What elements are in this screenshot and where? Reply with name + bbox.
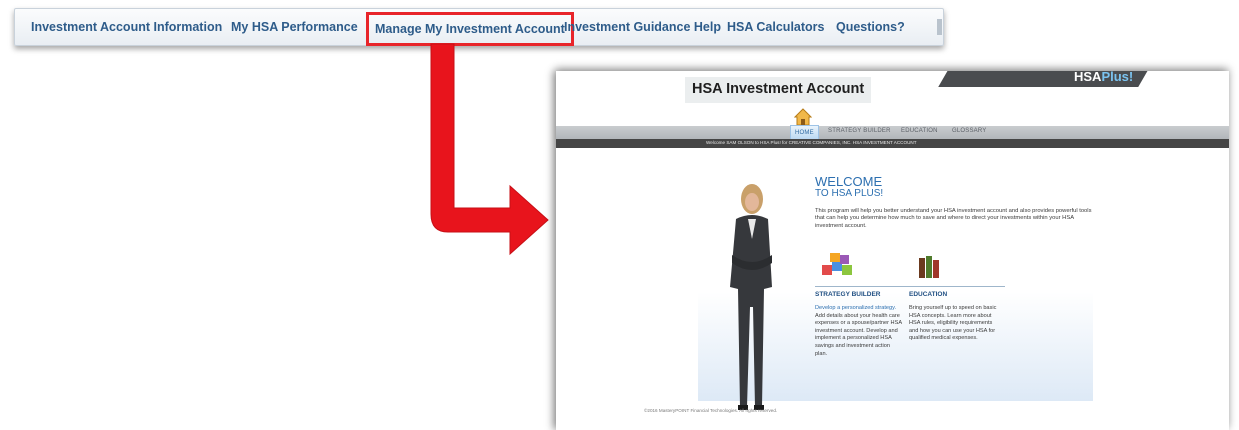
strategy-builder-link[interactable]: Develop a personalized strategy.	[815, 305, 896, 311]
hsa-plus-logo: HSAPlus!	[1074, 71, 1133, 84]
strategy-builder-description: Develop a personalized strategy. Add det…	[815, 305, 903, 358]
menu-glossary[interactable]: GLOSSARY	[952, 128, 987, 134]
education-title[interactable]: EDUCATION	[909, 291, 947, 298]
intro-paragraph: This program will help you better unders…	[815, 208, 1092, 229]
menu-education[interactable]: EDUCATION	[901, 128, 938, 134]
building-blocks-icon	[822, 253, 852, 275]
menu-home[interactable]: HOME	[790, 125, 819, 140]
welcome-subheading: TO HSA PLUS!	[815, 188, 884, 199]
nav-edge-divider	[937, 19, 942, 35]
top-navigation-bar: Investment Account Information My HSA Pe…	[14, 8, 944, 46]
strategy-builder-text: Add details about your health care expen…	[815, 312, 902, 357]
businesswoman-image	[730, 184, 772, 410]
welcome-heading: WELCOME	[815, 174, 883, 189]
welcome-message: Welcome SAM OLSON to HSA Plus! for CREAT…	[706, 140, 917, 145]
nav-investment-account-information[interactable]: Investment Account Information	[31, 9, 222, 45]
books-icon	[919, 256, 939, 278]
menu-strategy-builder[interactable]: STRATEGY BUILDER	[828, 128, 891, 134]
section-divider	[815, 286, 1005, 287]
education-description: Bring yourself up to speed on basic HSA …	[909, 305, 997, 342]
nav-manage-my-investment-account[interactable]: Manage My Investment Account	[366, 12, 574, 46]
nav-questions[interactable]: Questions?	[836, 9, 905, 45]
nav-my-hsa-performance[interactable]: My HSA Performance	[231, 9, 358, 45]
strategy-builder-title[interactable]: STRATEGY BUILDER	[815, 291, 881, 298]
menu-bar	[556, 126, 1229, 139]
copyright-footer: ©2016 MasteryPOINT Financial Technologie…	[644, 408, 778, 413]
nav-investment-guidance-help[interactable]: Investment Guidance Help	[564, 9, 721, 45]
nav-hsa-calculators[interactable]: HSA Calculators	[727, 9, 824, 45]
page-title: HSA Investment Account	[692, 81, 865, 97]
logo-plus-text: Plus!	[1101, 71, 1134, 84]
logo-hsa-text: HSA	[1074, 71, 1102, 84]
hsa-plus-screenshot: HSA Investment Account HSAPlus! HOME STR…	[556, 71, 1229, 430]
home-icon[interactable]	[794, 108, 812, 126]
